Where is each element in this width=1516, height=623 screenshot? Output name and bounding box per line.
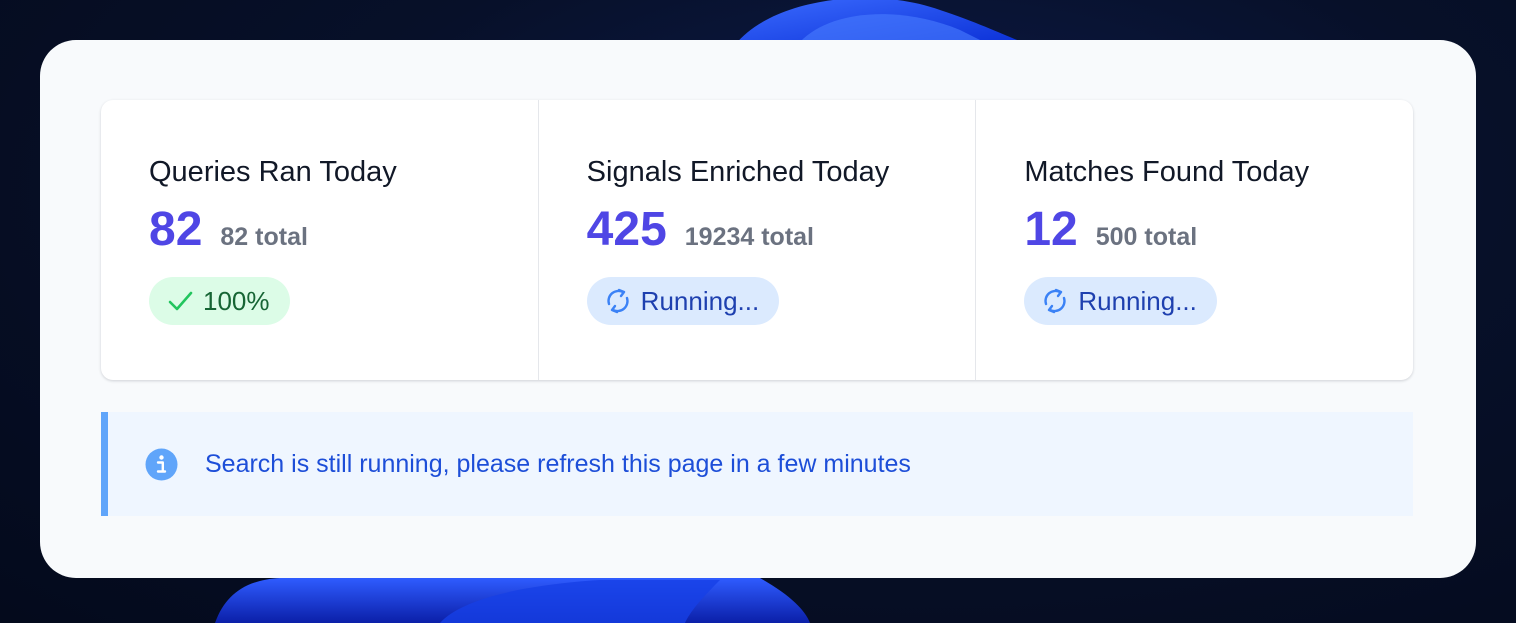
check-icon bbox=[165, 286, 195, 316]
refresh-icon bbox=[603, 286, 633, 316]
refresh-icon bbox=[1040, 286, 1070, 316]
stat-total: 19234 total bbox=[684, 223, 815, 251]
stat-title: Queries Ran Today bbox=[149, 156, 397, 188]
status-badge-running: Running... bbox=[1024, 277, 1217, 325]
status-badge-running: Running... bbox=[586, 277, 780, 325]
status-badge-success: 100% bbox=[149, 277, 290, 325]
status-badge-label: Running... bbox=[640, 285, 760, 316]
status-badge-label: Running... bbox=[1078, 285, 1197, 316]
stat-title: Signals Enriched Today bbox=[586, 156, 890, 188]
stat-queries-ran: Queries Ran Today 82 82 total 100% bbox=[101, 100, 538, 380]
stats-panel: Queries Ran Today 82 82 total 100% Signa… bbox=[40, 40, 1476, 578]
stat-value: 82 bbox=[149, 203, 203, 256]
stat-total: 82 total bbox=[220, 223, 308, 251]
stat-signals-enriched: Signals Enriched Today 425 19234 total R… bbox=[537, 100, 976, 380]
stats-card: Queries Ran Today 82 82 total 100% Signa… bbox=[101, 100, 1413, 380]
stat-values: 82 82 total bbox=[149, 203, 538, 257]
stat-value: 12 bbox=[1024, 203, 1078, 256]
info-banner: Search is still running, please refresh … bbox=[101, 412, 1413, 516]
stat-value: 425 bbox=[586, 203, 667, 256]
stat-title: Matches Found Today bbox=[1024, 156, 1310, 188]
info-message: Search is still running, please refresh … bbox=[205, 449, 911, 478]
stat-values: 12 500 total bbox=[1024, 203, 1413, 257]
stat-matches-found: Matches Found Today 12 500 total Running… bbox=[975, 100, 1413, 380]
stat-total: 500 total bbox=[1095, 223, 1198, 251]
status-badge-label: 100% bbox=[203, 285, 270, 316]
info-icon bbox=[145, 448, 178, 481]
stat-values: 425 19234 total bbox=[587, 203, 976, 257]
